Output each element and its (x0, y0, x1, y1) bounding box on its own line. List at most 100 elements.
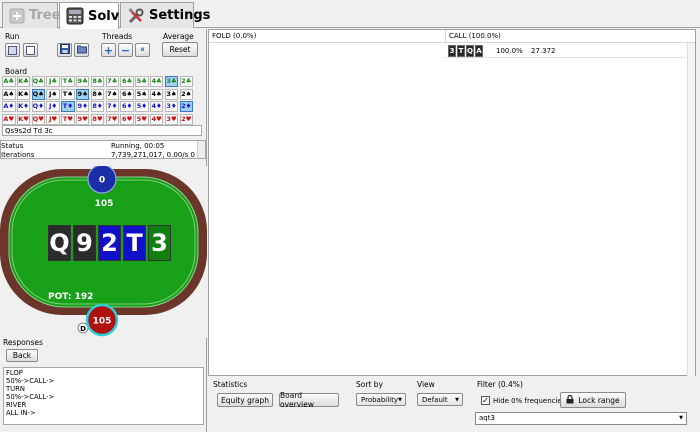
board-card[interactable]: T♥ (61, 113, 75, 125)
lock-range-button[interactable]: Lock range (560, 392, 626, 408)
board-card[interactable]: A♣ (2, 76, 16, 87)
board-card[interactable]: 3♣ (164, 76, 179, 87)
document-icon (26, 45, 35, 55)
board-card[interactable]: Q♦ (31, 101, 46, 112)
iterations-value: 7,739,271,017, 0.00/s 0 thre... (111, 151, 195, 159)
board-card[interactable]: 7♣ (105, 76, 120, 87)
average-label: Average (163, 32, 194, 41)
board-card[interactable]: J♦ (46, 101, 60, 112)
hide-zero-checkbox[interactable]: ✓ (481, 396, 490, 405)
list-icon (8, 45, 17, 55)
open-button[interactable] (74, 43, 89, 57)
equity-graph-button[interactable]: Equity graph (217, 393, 273, 407)
tab-settings[interactable]: Settings (120, 2, 210, 28)
board-card[interactable]: 7♠ (105, 88, 120, 100)
pot-label: POT: 192 (48, 292, 93, 302)
board-card[interactable]: A♠ (2, 88, 16, 100)
board-card[interactable]: 9♠ (75, 88, 90, 100)
board-card[interactable]: 5♠ (135, 88, 149, 100)
run-continuous-button[interactable] (23, 43, 38, 57)
column-header-call[interactable]: CALL (100.0%) (449, 32, 501, 40)
board-card[interactable]: T♣ (61, 76, 75, 87)
board-card[interactable]: T♦ (61, 101, 75, 112)
board-card[interactable]: A♦ (2, 101, 16, 112)
board-card[interactable]: 4♣ (149, 76, 164, 87)
thread-remove-button[interactable]: − (118, 43, 133, 57)
back-button[interactable]: Back (6, 349, 38, 362)
pause-icon: ⏸ (140, 45, 145, 54)
view-select[interactable]: Default (417, 393, 463, 406)
board-card[interactable]: 7♦ (105, 101, 120, 112)
board-card[interactable]: 2♣ (179, 76, 194, 87)
board-card[interactable]: Q♣ (31, 76, 46, 87)
board-card[interactable]: Q♥ (31, 113, 46, 125)
board-card[interactable]: K♠ (16, 88, 31, 100)
pause-button[interactable]: ⏸ (135, 43, 150, 57)
sort-by-label: Sort by (356, 380, 383, 389)
board-row: A♣ K♣ Q♣ J♣ T♣ 9♣ 8♣ 7♣ 6♣ 5♣ 4♣ 3♣ 2♣ (2, 76, 194, 88)
board-card[interactable]: 4♠ (149, 88, 164, 100)
board-card[interactable]: 8♥ (90, 113, 105, 125)
folder-icon (76, 44, 87, 56)
board-card[interactable]: 5♥ (135, 113, 149, 125)
run-step-button[interactable] (5, 43, 20, 57)
hide-zero-label: Hide 0% frequencies (493, 396, 566, 405)
hide-zero-toggle[interactable]: ✓ Hide 0% frequencies (481, 396, 565, 405)
save-button[interactable] (57, 43, 72, 57)
board-card[interactable]: 2♦ (179, 101, 194, 112)
grid-scrollbar[interactable] (687, 43, 695, 376)
chevron-down-icon[interactable]: ▼ (679, 413, 683, 424)
board-card-picker: A♣ K♣ Q♣ J♣ T♣ 9♣ 8♣ 7♣ 6♣ 5♣ 4♣ 3♣ 2♣ A♠ K♠ Q♠ J♠ T♠ 9♠ 8♠… (2, 76, 194, 126)
board-card[interactable]: 6♦ (120, 101, 134, 112)
status-scrollbar[interactable] (197, 141, 205, 158)
sort-by-select[interactable]: Probability (356, 393, 406, 406)
tab-tree[interactable]: Tree (2, 2, 60, 28)
board-card[interactable]: 6♥ (120, 113, 134, 125)
board-card[interactable]: K♣ (16, 76, 31, 87)
board-card[interactable]: J♠ (46, 88, 60, 100)
thread-add-button[interactable]: + (101, 43, 116, 57)
table-row[interactable]: 3 T Q A 100.0% 27.372 (445, 44, 685, 58)
board-card[interactable]: 2♠ (179, 88, 194, 100)
board-card[interactable]: 2♥ (179, 113, 194, 125)
board-card[interactable]: 4♥ (149, 113, 164, 125)
table-board-card: 2 (98, 225, 121, 261)
board-card[interactable]: T♠ (61, 88, 75, 100)
board-card[interactable]: 9♦ (75, 101, 90, 112)
board-card[interactable]: 7♥ (105, 113, 120, 125)
board-card[interactable]: 8♦ (90, 101, 105, 112)
lock-range-label: Lock range (578, 395, 620, 405)
board-card[interactable]: 8♣ (90, 76, 105, 87)
board-card[interactable]: K♥ (16, 113, 31, 125)
board-overview-button[interactable]: Board overview (279, 391, 339, 409)
board-card[interactable]: 6♠ (120, 88, 134, 100)
board-card[interactable]: 3♠ (164, 88, 179, 100)
board-card[interactable]: 5♦ (135, 101, 149, 112)
range-filter-input[interactable]: aqt3 ▼ (475, 412, 687, 425)
tab-solve[interactable]: Solve (59, 2, 128, 29)
board-card[interactable]: K♦ (16, 101, 31, 112)
reset-button[interactable]: Reset (162, 42, 198, 57)
board-row: A♥ K♥ Q♥ J♥ T♥ 9♥ 8♥ 7♥ 6♥ 5♥ 4♥ 3♥ 2♥ (2, 113, 194, 126)
tools-icon (127, 6, 145, 26)
calculator-icon (66, 6, 84, 26)
board-card[interactable]: 3♦ (164, 101, 179, 112)
board-card[interactable]: J♣ (46, 76, 60, 87)
board-card[interactable]: 5♣ (135, 76, 149, 87)
table-board-card: Q (48, 225, 71, 261)
board-input[interactable]: Qs9s2d Td 3c (2, 125, 202, 136)
iterations-row: Iterations 7,739,271,017, 0.00/s 0 thre.… (1, 151, 197, 159)
board-card[interactable]: 4♦ (149, 101, 164, 112)
column-header-fold[interactable]: FOLD (0.0%) (212, 32, 256, 40)
board-card[interactable]: Q♠ (31, 88, 46, 100)
board-card[interactable]: 6♣ (120, 76, 134, 87)
board-card[interactable]: 8♠ (90, 88, 105, 100)
board-card[interactable]: 3♥ (164, 113, 179, 125)
board-card[interactable]: J♥ (46, 113, 60, 125)
board-card[interactable]: 9♥ (75, 113, 90, 125)
responses-label: Responses (3, 338, 43, 347)
statistics-label: Statistics (213, 380, 248, 389)
tab-settings-label: Settings (149, 8, 211, 23)
board-card[interactable]: 9♣ (75, 76, 90, 87)
board-card[interactable]: A♥ (2, 113, 16, 125)
